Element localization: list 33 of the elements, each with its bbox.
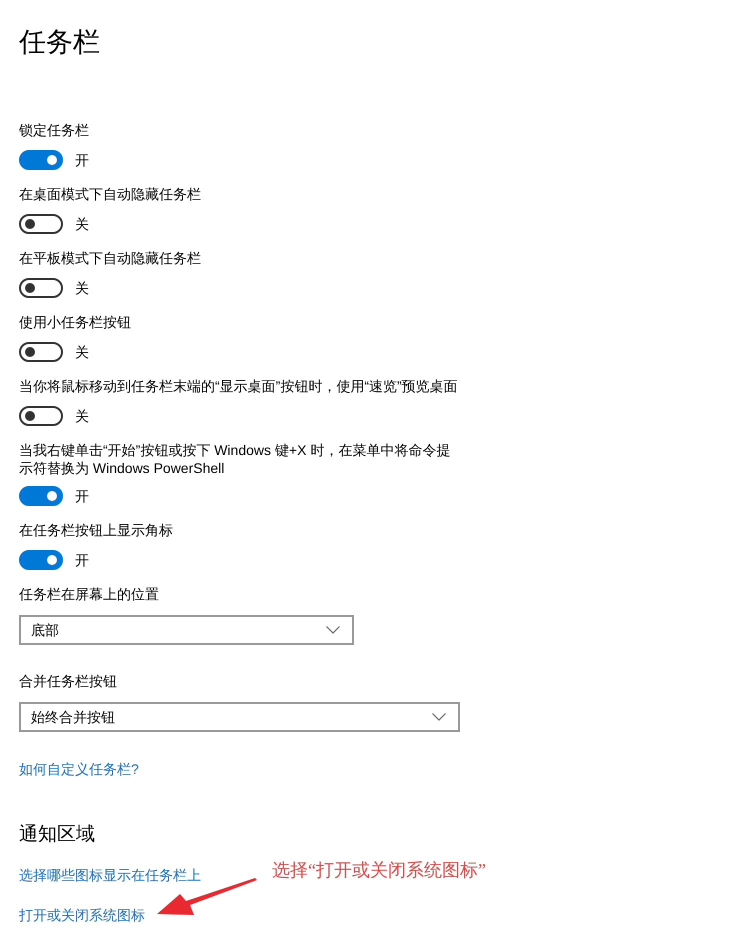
help-link[interactable]: 如何自定义任务栏? — [19, 761, 139, 777]
toggle-state-label: 关 — [75, 407, 89, 425]
dropdown-label: 任务栏在屏幕上的位置 — [19, 585, 160, 603]
chevron-down-icon — [432, 713, 446, 721]
dropdown[interactable]: 始终合并按钮 — [19, 702, 460, 732]
dropdown-label: 合并任务栏按钮 — [19, 672, 118, 690]
setting-label: 在任务栏按钮上显示角标 — [19, 521, 174, 539]
setting-label: 使用小任务栏按钮 — [19, 313, 132, 331]
dropdown[interactable]: 底部 — [19, 615, 354, 645]
settings-link[interactable]: 打开或关闭系统图标 — [19, 906, 145, 924]
toggle-state-label: 关 — [75, 215, 89, 233]
chevron-down-icon — [326, 626, 340, 634]
toggle-state-label: 关 — [75, 343, 89, 361]
setting-label: 在平板模式下自动隐藏任务栏 — [19, 249, 202, 267]
toggle-state-label: 关 — [75, 279, 89, 297]
toggle-switch[interactable] — [19, 406, 63, 426]
toggle-switch[interactable] — [19, 150, 63, 170]
setting-label: 在桌面模式下自动隐藏任务栏 — [19, 185, 202, 203]
toggle-state-label: 开 — [75, 551, 89, 569]
settings-link[interactable]: 选择哪些图标显示在任务栏上 — [19, 866, 201, 884]
setting-label: 当你将鼠标移动到任务栏末端的“显示桌面”按钮时，使用“速览”预览桌面 — [19, 377, 459, 395]
setting-label: 锁定任务栏 — [19, 121, 90, 139]
setting-label: 当我右键单击“开始”按钮或按下 Windows 键+X 时，在菜单中将命令提示符替换为 Windows PowerShell — [19, 441, 452, 477]
toggle-switch[interactable] — [19, 278, 63, 298]
toggle-state-label: 开 — [75, 151, 89, 169]
toggle-switch[interactable] — [19, 342, 63, 362]
toggle-switch[interactable] — [19, 486, 63, 506]
toggle-switch[interactable] — [19, 550, 63, 570]
page-title: 任务栏 — [19, 26, 101, 59]
toggle-switch[interactable] — [19, 214, 63, 234]
toggle-state-label: 开 — [75, 487, 89, 505]
annotation-text: 选择“打开或关闭系统图标” — [272, 859, 486, 882]
section-heading: 通知区域 — [19, 823, 96, 847]
